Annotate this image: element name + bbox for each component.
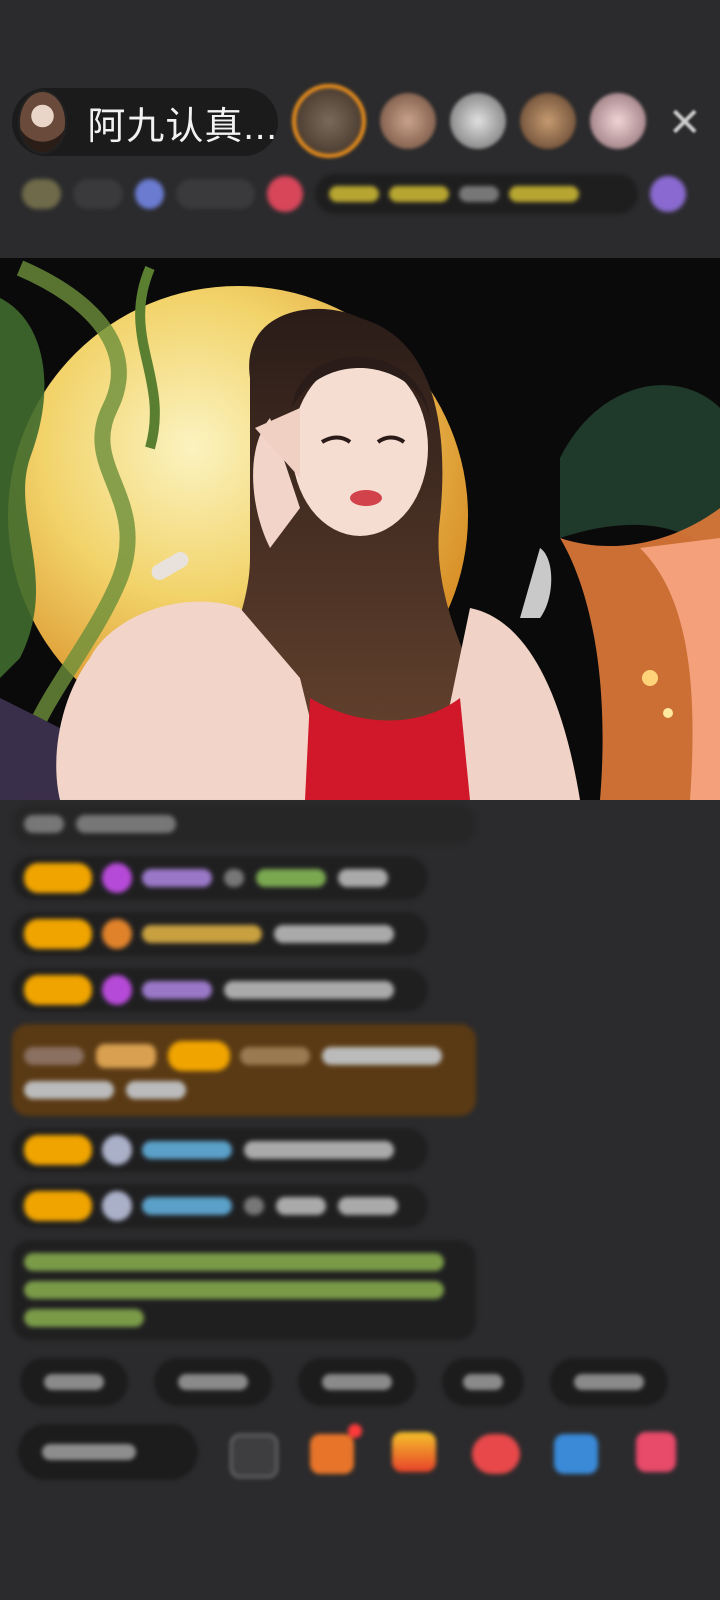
host-name: 阿九认真... xyxy=(87,105,278,148)
chat-message[interactable] xyxy=(12,968,428,1012)
viewer-avatar[interactable] xyxy=(292,84,366,158)
info-chip xyxy=(176,179,256,209)
quick-reply-button[interactable] xyxy=(154,1358,272,1406)
badge-icon xyxy=(134,179,165,209)
quick-reply-button[interactable] xyxy=(20,1358,128,1406)
gift-message[interactable] xyxy=(12,1024,476,1116)
heart-icon[interactable] xyxy=(267,176,303,212)
host-info-pill[interactable]: 阿九认真... xyxy=(12,88,278,156)
level-icon xyxy=(22,179,62,209)
emoji-icon[interactable] xyxy=(230,1434,278,1478)
chat-list xyxy=(12,804,492,1340)
chat-message[interactable] xyxy=(12,912,428,956)
quick-reply-button[interactable] xyxy=(442,1358,524,1406)
fan-club-icon[interactable] xyxy=(310,1434,354,1474)
notification-dot xyxy=(348,1424,362,1438)
close-icon[interactable]: ✕ xyxy=(668,100,702,146)
quick-reply-button[interactable] xyxy=(298,1358,416,1406)
info-chip xyxy=(73,179,123,209)
viewer-avatar[interactable] xyxy=(520,93,576,149)
gift-icon[interactable] xyxy=(636,1432,676,1472)
stream-frame xyxy=(0,258,720,800)
system-notice xyxy=(12,1240,476,1340)
chat-message[interactable] xyxy=(12,804,476,844)
viewer-avatar[interactable] xyxy=(380,93,436,149)
viewer-avatar[interactable] xyxy=(450,93,506,149)
chat-message[interactable] xyxy=(12,1184,428,1228)
activity-icon[interactable] xyxy=(650,176,686,212)
live-video[interactable] xyxy=(0,258,720,800)
like-icon[interactable] xyxy=(472,1434,520,1474)
room-info-row xyxy=(22,172,686,216)
rank-banner[interactable] xyxy=(314,174,639,214)
shop-icon[interactable] xyxy=(392,1432,436,1472)
game-icon[interactable] xyxy=(554,1434,598,1474)
quick-reply-button[interactable] xyxy=(550,1358,668,1406)
chat-message[interactable] xyxy=(12,856,428,900)
bottom-toolbar xyxy=(18,1424,718,1484)
quick-reply-bar xyxy=(20,1358,668,1406)
viewer-avatar[interactable] xyxy=(590,93,646,149)
comment-input[interactable] xyxy=(18,1424,198,1480)
top-viewers-list xyxy=(292,84,646,158)
host-avatar[interactable] xyxy=(18,90,68,154)
chat-message[interactable] xyxy=(12,1128,428,1172)
